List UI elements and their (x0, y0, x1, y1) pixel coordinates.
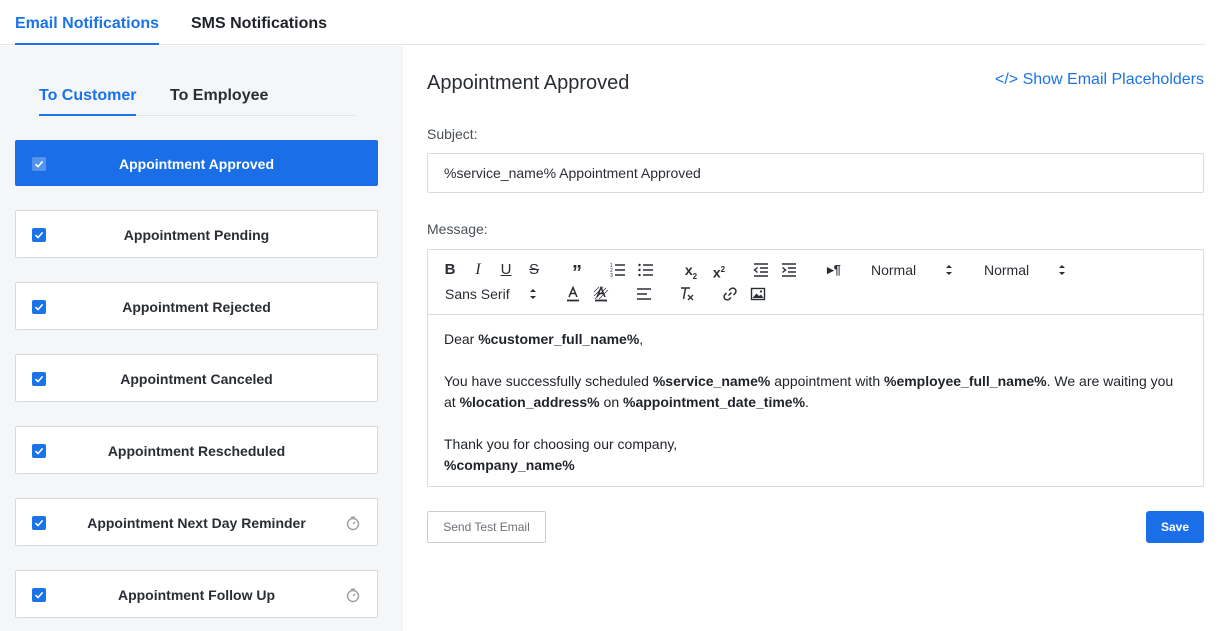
subject-input[interactable] (427, 153, 1204, 193)
show-placeholders-link[interactable]: </> Show Email Placeholders (995, 71, 1204, 89)
save-button[interactable]: Save (1146, 511, 1204, 543)
background-color-icon[interactable] (593, 286, 609, 302)
tab-to-employee[interactable]: To Employee (170, 87, 268, 105)
notification-type-tabs: Email Notifications SMS Notifications (0, 0, 1205, 45)
message-body[interactable]: Dear %customer_full_name%, You have succ… (444, 329, 1189, 476)
text-direction-icon[interactable]: ▸¶ (823, 261, 845, 279)
timer-icon (346, 516, 360, 531)
placeholder-company-name: %company_name% (444, 457, 575, 473)
notification-label: Appointment Pending (123, 227, 270, 243)
placeholder-location-address: %location_address% (459, 394, 600, 410)
tab-to-customer[interactable]: To Customer (39, 87, 137, 116)
subject-label: Subject: (427, 126, 478, 142)
timer-icon (346, 588, 360, 603)
text: , (639, 331, 644, 347)
placeholder-appointment-date-time: %appointment_date_time% (623, 394, 806, 410)
text-color-icon[interactable] (565, 286, 581, 302)
notification-item-appointment-rescheduled[interactable]: Appointment Rescheduled (15, 426, 378, 474)
strikethrough-icon[interactable]: S (524, 261, 544, 279)
select-arrows-icon (1059, 265, 1065, 275)
select-arrows-icon (946, 265, 952, 275)
text: . We are waiting you (1046, 373, 1174, 389)
font-select[interactable]: Sans Serif (445, 285, 541, 303)
send-test-email-button[interactable]: Send Test Email (427, 511, 546, 543)
text: appointment with (770, 373, 884, 389)
notification-label: Appointment Approved (118, 156, 275, 172)
indent-icon[interactable] (781, 262, 797, 278)
svg-text:3: 3 (610, 273, 613, 278)
select-arrows-icon (530, 289, 536, 299)
font-select-value: Sans Serif (445, 286, 510, 302)
text: Dear (444, 331, 479, 347)
tab-sms-notifications[interactable]: SMS Notifications (191, 15, 327, 33)
placeholder-employee-full-name: %employee_full_name% (884, 373, 1047, 389)
placeholder-customer-full-name: %customer_full_name% (478, 331, 640, 347)
message-line: at %location_address% on %appointment_da… (444, 392, 1189, 413)
notification-label: Appointment Follow Up (117, 587, 276, 603)
header-select-value: Normal (871, 262, 917, 278)
clear-formatting-icon[interactable] (679, 286, 695, 302)
message-line: You have successfully scheduled %service… (444, 371, 1189, 392)
notification-label: Appointment Canceled (120, 371, 273, 387)
notification-label: Appointment Rejected (122, 299, 271, 315)
blockquote-icon[interactable]: ” (567, 261, 587, 284)
size-select[interactable]: Normal (984, 261, 1070, 279)
ordered-list-icon[interactable]: 1 2 3 (610, 262, 626, 278)
message-line: Thank you for choosing our company, (444, 436, 678, 452)
message-greeting: Dear %customer_full_name%, (444, 329, 1189, 350)
text: on (599, 394, 623, 410)
image-icon[interactable] (750, 286, 766, 302)
size-select-value: Normal (984, 262, 1030, 278)
notification-item-appointment-rejected[interactable]: Appointment Rejected (15, 282, 378, 330)
underline-icon[interactable]: U (496, 261, 516, 279)
notification-item-appointment-canceled[interactable]: Appointment Canceled (15, 354, 378, 402)
subscript-icon[interactable]: x2 (681, 261, 701, 281)
tab-email-notifications[interactable]: Email Notifications (15, 15, 160, 45)
notification-item-appointment-pending[interactable]: Appointment Pending (15, 210, 378, 258)
italic-icon[interactable]: I (468, 261, 488, 279)
notification-label: Appointment Rescheduled (107, 443, 286, 459)
bold-icon[interactable]: B (440, 261, 460, 279)
outdent-icon[interactable] (753, 262, 769, 278)
header-select[interactable]: Normal (871, 261, 957, 279)
link-icon[interactable] (722, 286, 738, 302)
bullet-list-icon[interactable] (638, 262, 654, 278)
message-label: Message: (427, 221, 488, 237)
notification-item-appointment-next-day-reminder[interactable]: Appointment Next Day Reminder (15, 498, 378, 546)
notification-item-appointment-follow-up[interactable]: Appointment Follow Up (15, 570, 378, 618)
align-icon[interactable] (636, 286, 652, 302)
placeholder-service-name: %service_name% (652, 373, 771, 389)
editor-toolbar: B I U S ” 1 2 3 x2 x2 ▸¶ Normal Normal S… (428, 250, 1203, 315)
recipient-tabs: To Customer To Employee (39, 86, 355, 116)
notifications-sidebar: To Customer To Employee Appointment Appr… (0, 46, 403, 631)
text: . (805, 394, 809, 410)
notification-item-appointment-approved[interactable]: Appointment Approved (15, 140, 378, 186)
text: You have successfully scheduled (444, 373, 653, 389)
superscript-icon[interactable]: x2 (709, 261, 729, 281)
text: at (444, 394, 460, 410)
notification-label: Appointment Next Day Reminder (87, 515, 306, 531)
message-editor: B I U S ” 1 2 3 x2 x2 ▸¶ Normal Normal S… (427, 249, 1204, 487)
notification-title: Appointment Approved (427, 72, 630, 94)
